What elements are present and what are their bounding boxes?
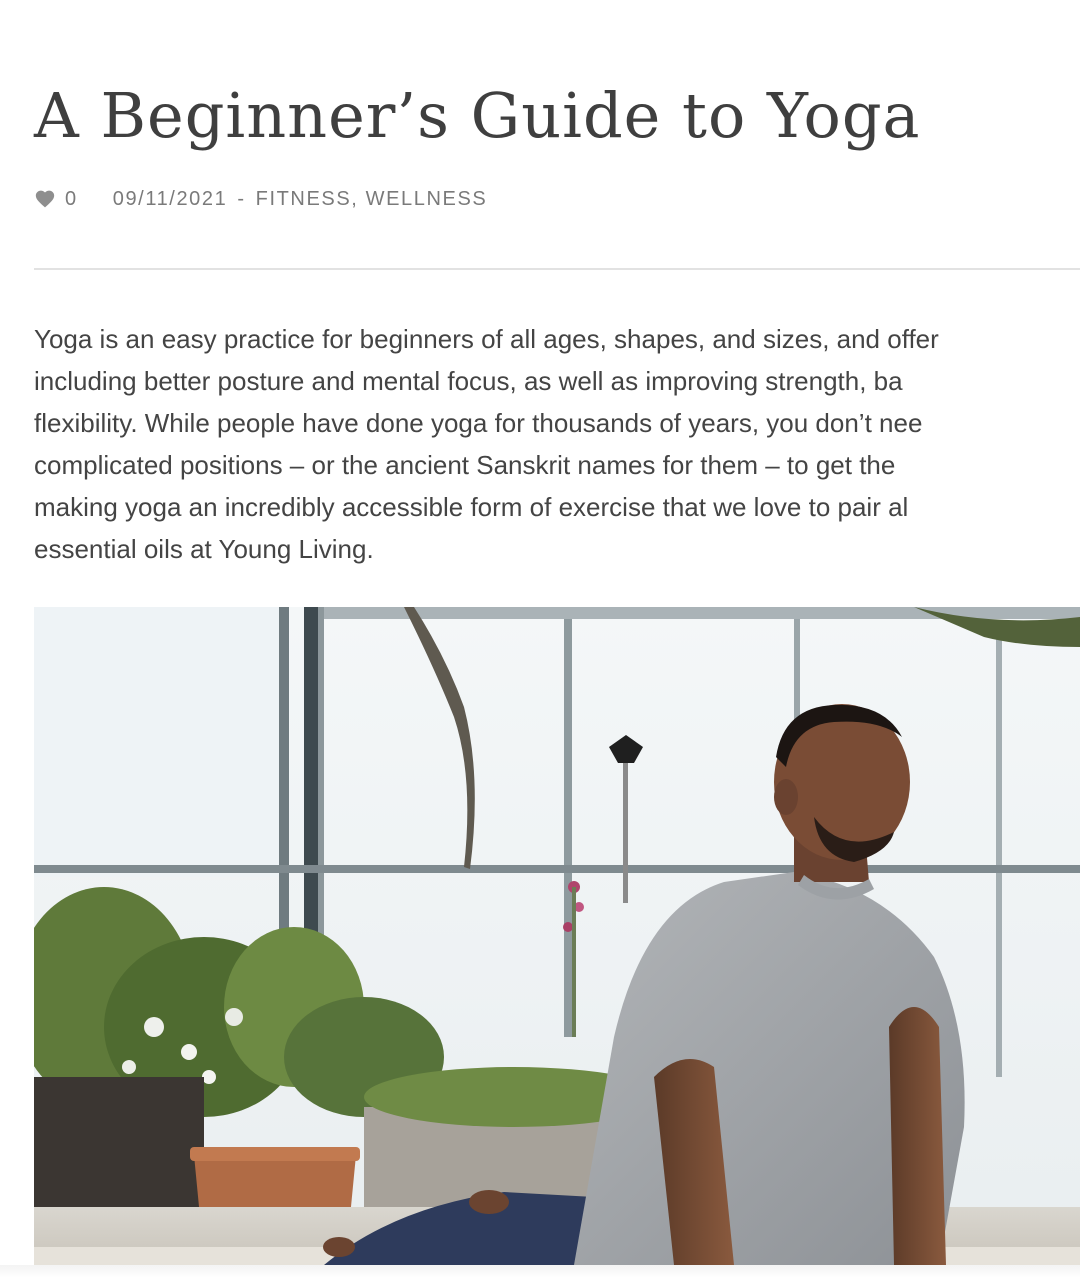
article-page: A Beginner’s Guide to Yoga 0 09/11/2021 … xyxy=(0,0,1080,1278)
post-date: 09/11/2021 xyxy=(112,187,228,210)
category-comma: , xyxy=(351,187,366,210)
intro-line: essential oils at Young Living. xyxy=(34,534,374,564)
intro-line: complicated positions – or the ancient S… xyxy=(34,450,896,480)
like-count: 0 xyxy=(65,187,78,210)
category-link-fitness[interactable]: FITNESS xyxy=(256,188,352,211)
category-link-wellness[interactable]: WELLNESS xyxy=(366,188,488,211)
meta-separator: - xyxy=(237,187,246,210)
intro-line: including better posture and mental focu… xyxy=(34,366,903,396)
article-title: A Beginner’s Guide to Yoga xyxy=(34,79,921,152)
article-intro: Yoga is an easy practice for beginners o… xyxy=(34,318,1080,570)
intro-line: flexibility. While people have done yoga… xyxy=(34,408,923,438)
intro-line: Yoga is an easy practice for beginners o… xyxy=(34,324,939,354)
page-bottom-edge xyxy=(0,1265,1080,1278)
meta-divider xyxy=(34,268,1080,270)
article-hero-image xyxy=(34,607,1080,1265)
article-meta: 0 09/11/2021 - FITNESS, WELLNESS xyxy=(34,186,487,212)
heart-icon[interactable] xyxy=(34,188,56,210)
like-button[interactable]: 0 xyxy=(34,188,78,211)
yoga-photo-illustration xyxy=(34,607,1080,1265)
intro-line: making yoga an incredibly accessible for… xyxy=(34,492,909,522)
